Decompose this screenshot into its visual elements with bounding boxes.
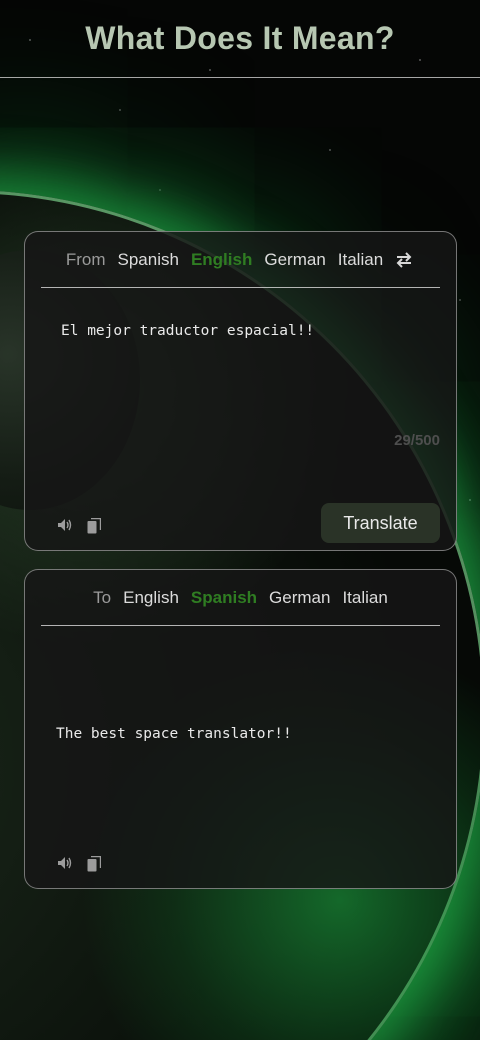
source-prefix-label: From — [65, 249, 106, 269]
source-actions — [57, 518, 103, 534]
source-lang-english[interactable]: English — [191, 250, 252, 270]
target-prefix-label: To — [93, 587, 112, 607]
speaker-icon[interactable] — [57, 856, 73, 872]
translated-text: The best space translator!! — [56, 726, 292, 742]
source-panel: From Spanish English German Italian El m… — [24, 231, 457, 551]
source-lang-german[interactable]: German — [264, 250, 325, 270]
page-title: What Does It Mean? — [85, 20, 395, 56]
target-lang-german[interactable]: German — [269, 588, 330, 608]
target-lang-italian[interactable]: Italian — [342, 588, 387, 608]
target-language-bar: To English Spanish German Italian — [41, 570, 440, 626]
target-lang-english[interactable]: English — [123, 588, 179, 608]
copy-icon[interactable] — [87, 518, 103, 534]
target-actions — [57, 856, 103, 872]
copy-icon[interactable] — [87, 856, 103, 872]
target-lang-spanish[interactable]: Spanish — [191, 588, 257, 608]
character-counter: 29/500 — [394, 432, 440, 449]
app-header: What Does It Mean? — [0, 0, 480, 78]
speaker-icon[interactable] — [57, 518, 73, 534]
translate-button[interactable]: Translate — [321, 503, 440, 543]
source-language-bar: From Spanish English German Italian — [41, 232, 440, 288]
source-text-input[interactable]: El mejor traductor espacial!! — [61, 323, 314, 339]
target-panel: To English Spanish German Italian The be… — [24, 569, 457, 889]
swap-icon[interactable] — [395, 250, 415, 270]
source-lang-italian[interactable]: Italian — [338, 250, 383, 270]
source-lang-spanish[interactable]: Spanish — [118, 250, 179, 270]
